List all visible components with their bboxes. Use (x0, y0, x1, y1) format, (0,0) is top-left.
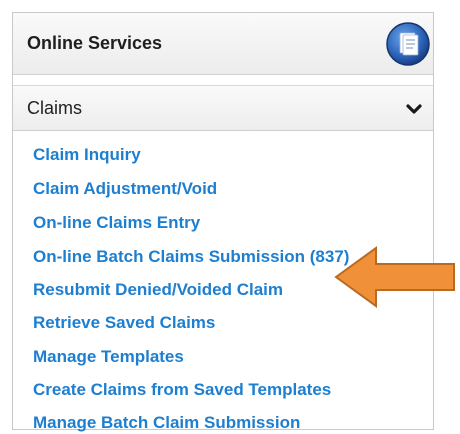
document-icon[interactable] (385, 21, 431, 67)
link-manage-templates[interactable]: Manage Templates (33, 347, 184, 367)
link-online-claims-entry[interactable]: On-line Claims Entry (33, 213, 200, 233)
chevron-down-icon[interactable] (405, 100, 423, 118)
link-resubmit-denied-voided-claim[interactable]: Resubmit Denied/Voided Claim (33, 280, 283, 300)
link-create-claims-from-saved-templates[interactable]: Create Claims from Saved Templates (33, 380, 331, 400)
link-claim-adjustment-void[interactable]: Claim Adjustment/Void (33, 179, 217, 199)
annotation-arrow (334, 246, 455, 308)
link-claim-inquiry[interactable]: Claim Inquiry (33, 145, 141, 165)
panel-header: Online Services (13, 13, 433, 75)
link-online-batch-claims-submission[interactable]: On-line Batch Claims Submission (837) (33, 247, 349, 267)
panel-title: Online Services (27, 33, 163, 53)
online-services-panel: Online Services Claims Claim Inquiry Cla (12, 12, 434, 433)
link-manage-batch-claim-submission[interactable]: Manage Batch Claim Submission (33, 413, 300, 433)
claims-section-header[interactable]: Claims (13, 85, 433, 131)
link-retrieve-saved-claims[interactable]: Retrieve Saved Claims (33, 313, 215, 333)
section-title: Claims (27, 98, 83, 118)
